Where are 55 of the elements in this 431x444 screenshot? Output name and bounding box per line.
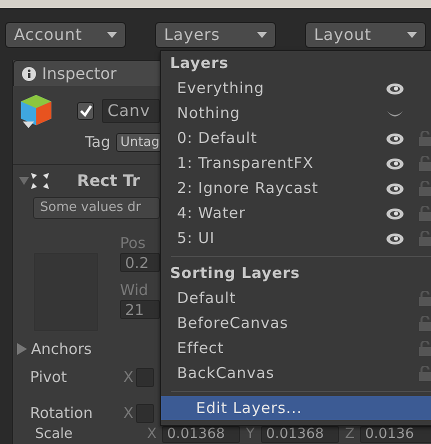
menu-item[interactable]: BackCanvas <box>177 362 274 385</box>
menu-item[interactable]: 4: Water <box>177 202 246 225</box>
lock-icon <box>419 291 431 306</box>
lock-icon <box>419 316 431 331</box>
lock-icon <box>419 366 431 381</box>
axis-label: X <box>123 366 134 388</box>
caret-icon <box>407 32 417 38</box>
toolbar-dropdown[interactable]: Layers <box>155 22 276 48</box>
axis-label: X <box>147 426 158 442</box>
edit-layers-item[interactable]: Edit Layers... <box>161 396 431 420</box>
foldout-label[interactable]: Anchors <box>31 338 92 360</box>
value-field[interactable]: 21 <box>120 300 160 319</box>
name-field[interactable]: Canv <box>102 99 160 123</box>
value-field[interactable]: 0.01368 <box>162 426 240 442</box>
field-label: Pivot <box>30 366 68 388</box>
menu-item[interactable]: 1: TransparentFX <box>177 152 314 175</box>
menu-item[interactable]: Effect <box>177 337 224 360</box>
tag-dropdown[interactable]: Untag <box>116 132 160 152</box>
value-field[interactable]: 0.01368 <box>261 426 339 442</box>
value-field[interactable]: 0.2 <box>120 253 160 272</box>
lock-icon <box>419 231 431 246</box>
field-label: Scale <box>35 426 74 442</box>
menu-item[interactable]: 5: UI <box>177 227 215 250</box>
rect-transform-icon <box>29 171 51 191</box>
menu-header: Sorting Layers <box>169 263 301 284</box>
value-field[interactable]: 0.0136 <box>360 426 431 442</box>
notice-box: Some values dr <box>33 197 160 219</box>
field-label: Wid <box>120 280 150 300</box>
toolbar-dropdown[interactable]: Layout <box>305 22 426 48</box>
field-label: Pos <box>120 233 147 253</box>
axis-label: Z <box>345 426 356 442</box>
lock-icon <box>419 156 431 171</box>
tag-label: Tag <box>85 132 110 153</box>
active-checkbox[interactable] <box>77 102 94 120</box>
toolbar-dropdown[interactable]: Account <box>5 22 126 48</box>
menu-item[interactable]: 0: Default <box>177 127 258 150</box>
cube-icon <box>19 92 54 130</box>
menu-item[interactable]: BeforeCanvas <box>177 312 288 335</box>
component-title: Rect Tr <box>77 170 140 192</box>
axis-label: X <box>123 402 134 424</box>
inspector-tab[interactable]: Inspector <box>13 60 163 86</box>
info-icon <box>22 66 36 80</box>
lock-icon <box>419 181 431 196</box>
axis-label: Y <box>246 426 256 442</box>
caret-icon <box>107 32 117 38</box>
lock-icon <box>419 131 431 146</box>
menu-item[interactable]: Everything <box>177 77 264 100</box>
lock-icon <box>419 206 431 221</box>
menu-item[interactable]: 2: Ignore Raycast <box>177 177 318 200</box>
lock-icon <box>419 341 431 356</box>
field-label: Rotation <box>30 402 94 424</box>
menu-header: Layers <box>169 53 230 74</box>
menu-item[interactable]: Nothing <box>177 102 240 125</box>
caret-icon <box>257 32 267 38</box>
menu-item[interactable]: Default <box>177 287 236 310</box>
